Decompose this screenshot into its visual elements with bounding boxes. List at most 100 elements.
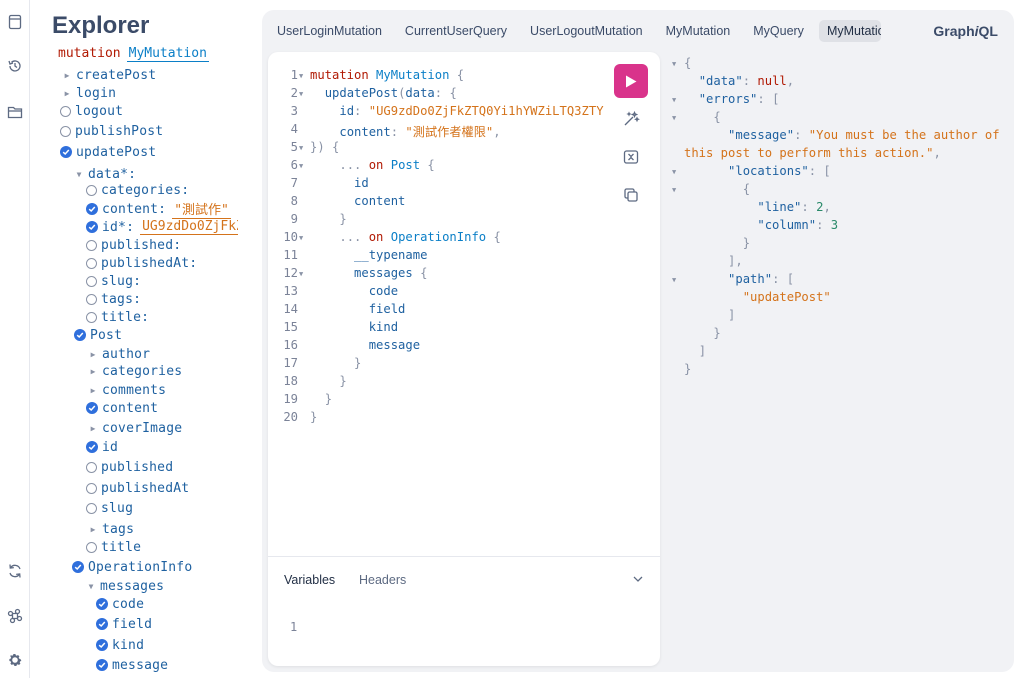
explorer-field-author[interactable]: ▶ author [88,345,150,363]
explorer-field-publishedat[interactable]: publishedAt [86,479,189,497]
chevron-down-icon[interactable]: ▼ [86,582,96,591]
merge-fragments-icon[interactable] [620,146,642,168]
checkbox-checked-icon[interactable] [74,329,86,341]
code-line[interactable]: 19 } [268,392,608,410]
explorer-field-tags[interactable]: tags: [86,290,141,308]
explorer-field-createpost[interactable]: ▶ createPost [62,66,157,84]
explorer-field-post[interactable]: Post [74,326,122,344]
fold-toggle-icon[interactable]: ▼ [299,72,303,80]
code-line[interactable]: 16 message [268,338,608,356]
code-line[interactable]: 15 kind [268,320,608,338]
explorer-field-login[interactable]: ▶ login [62,84,116,102]
checkbox-empty-icon[interactable] [60,105,71,117]
fold-toggle-icon[interactable]: ▼ [672,276,676,284]
explorer-field-id[interactable]: id [86,438,118,456]
checkbox-empty-icon[interactable] [86,184,97,196]
fold-toggle-icon[interactable]: ▼ [672,114,676,122]
explorer-field-publishpost[interactable]: publishPost [60,122,163,140]
code-line[interactable]: 4 content: "測試作者權限", [268,122,608,140]
explorer-field-categories[interactable]: categories: [86,181,189,199]
tab-variables[interactable]: Variables [284,573,335,587]
argument-value-input[interactable]: "測試作" [172,199,231,219]
chevron-down-icon[interactable] [630,571,646,587]
chevron-right-icon[interactable]: ▶ [88,350,98,359]
checkbox-empty-icon[interactable] [86,482,97,494]
checkbox-empty-icon[interactable] [60,125,71,137]
refetch-icon[interactable] [5,561,25,581]
tab-mymutation[interactable]: MyMutation [658,20,739,42]
fold-toggle-icon[interactable]: ▼ [672,186,676,194]
tab-userloginmutation[interactable]: UserLoginMutation [269,20,390,42]
fold-toggle-icon[interactable]: ▼ [672,168,676,176]
explorer-field-published[interactable]: published [86,458,173,476]
fold-toggle-icon[interactable]: ▼ [299,90,303,98]
fold-toggle-icon[interactable]: ▼ [299,144,303,152]
checkbox-checked-icon[interactable] [86,402,98,414]
chevron-down-icon[interactable]: ▼ [74,170,84,179]
checkbox-empty-icon[interactable] [86,257,97,269]
checkbox-checked-icon[interactable] [60,146,72,158]
explorer-field-kind[interactable]: kind [96,636,144,654]
code-line[interactable]: 20} [268,410,608,428]
checkbox-empty-icon[interactable] [86,275,97,287]
checkbox-checked-icon[interactable] [96,639,108,651]
checkbox-checked-icon[interactable] [86,221,98,233]
explorer-field-messages[interactable]: ▼ messages [86,577,164,595]
checkbox-empty-icon[interactable] [86,311,97,323]
execute-query-button[interactable] [614,64,648,98]
checkbox-checked-icon[interactable] [96,618,108,630]
query-editor[interactable]: 1 ▼ mutation MyMutation {2 ▼ updatePost(dat… [268,52,660,666]
explorer-field-publishedat[interactable]: publishedAt: [86,254,197,272]
chevron-right-icon[interactable]: ▶ [88,367,98,376]
explorer-field-published[interactable]: published: [86,236,181,254]
chevron-right-icon[interactable]: ▶ [62,89,72,98]
explorer-icon[interactable] [5,102,25,122]
code-line[interactable]: 9 } [268,212,608,230]
explorer-field-field[interactable]: field [96,615,152,633]
explorer-field-content[interactable]: content [86,399,158,417]
fold-toggle-icon[interactable]: ▼ [299,162,303,170]
code-line[interactable]: 14 field [268,302,608,320]
explorer-field-content[interactable]: content: "測試作" [86,199,231,219]
checkbox-checked-icon[interactable] [72,561,84,573]
explorer-field-updatepost[interactable]: updatePost [60,143,156,161]
explorer-field-coverimage[interactable]: ▶ coverImage [88,419,183,437]
fold-toggle-icon[interactable]: ▼ [299,270,303,278]
fold-toggle-icon[interactable]: ▼ [672,96,676,104]
fold-toggle-icon[interactable]: ▼ [299,234,303,242]
explorer-field-title[interactable]: title: [86,308,149,326]
explorer-field-tags[interactable]: ▶ tags [88,520,134,538]
checkbox-checked-icon[interactable] [96,598,108,610]
code-line[interactable]: 1 ▼ mutation MyMutation { [268,68,608,86]
code-line[interactable]: 12 ▼ messages { [268,266,608,284]
explorer-field-message[interactable]: message [96,656,168,674]
checkbox-empty-icon[interactable] [86,293,97,305]
code-line[interactable]: 6 ▼ ... on Post { [268,158,608,176]
prettify-icon[interactable] [620,108,642,130]
code-line[interactable]: 3 id: "UG9zdDo0ZjFkZTQ0Yi1hYWZiLTQ3ZTY [268,104,608,122]
code-line[interactable]: 7 id [268,176,608,194]
query-code[interactable]: 1 ▼ mutation MyMutation {2 ▼ updatePost(dat… [268,68,608,428]
shortcuts-icon[interactable] [5,606,25,626]
code-line[interactable]: 5 ▼}) { [268,140,608,158]
code-line[interactable]: 8 content [268,194,608,212]
chevron-right-icon[interactable]: ▶ [88,525,98,534]
checkbox-checked-icon[interactable] [86,203,98,215]
explorer-field-comments[interactable]: ▶ comments [88,381,166,399]
checkbox-empty-icon[interactable] [86,461,97,473]
explorer-field-code[interactable]: code [96,595,144,613]
copy-query-icon[interactable] [620,184,642,206]
tab-mymutation-active[interactable]: MyMutation [818,20,881,42]
explorer-field-operationinfo[interactable]: OperationInfo [72,558,192,576]
checkbox-checked-icon[interactable] [86,441,98,453]
argument-value-input[interactable]: UG9zdDo0ZjFkZTQ [140,219,239,235]
checkbox-checked-icon[interactable] [96,659,108,671]
explorer-field-title[interactable]: title [86,538,141,556]
tab-myquery[interactable]: MyQuery [745,20,812,42]
code-line[interactable]: 11 __typename [268,248,608,266]
chevron-right-icon[interactable]: ▶ [62,71,72,80]
chevron-right-icon[interactable]: ▶ [88,386,98,395]
tab-headers[interactable]: Headers [359,573,406,587]
settings-icon[interactable] [5,650,25,670]
history-icon[interactable] [5,56,25,76]
